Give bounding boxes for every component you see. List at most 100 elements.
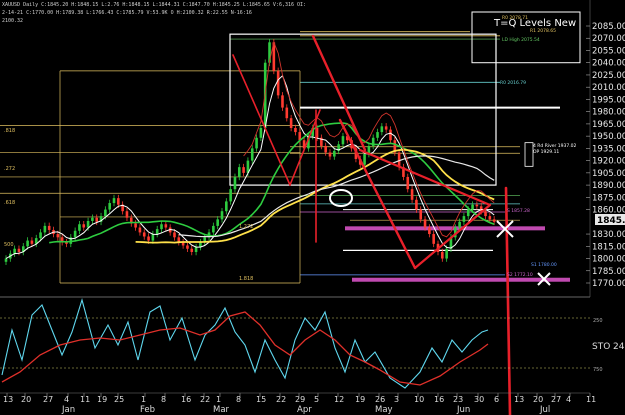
level-label-left1: .818 <box>4 128 15 134</box>
candle-body <box>458 221 461 228</box>
candle-body <box>216 219 219 226</box>
price-tick-label: 2055.00 <box>592 46 625 56</box>
date-tick-label: 25 <box>114 395 124 404</box>
month-label: Mar <box>213 405 230 415</box>
month-label: Apr <box>297 405 312 415</box>
oscillator-value: 24 <box>613 342 625 352</box>
candle-body <box>237 167 241 177</box>
candle-body <box>471 204 474 210</box>
candle-body <box>73 230 77 238</box>
level-label-r1: R1 2078.65 <box>530 28 556 34</box>
candle-body <box>466 209 470 217</box>
price-tick-label: 1965.00 <box>592 120 625 130</box>
price-tick-label: 2025.00 <box>592 71 625 81</box>
date-tick-label: 26 <box>375 395 385 404</box>
month-label: Jun <box>456 405 470 415</box>
candle-body <box>488 216 492 220</box>
date-tick-label: 19 <box>97 395 107 404</box>
date-tick-label: 4 <box>566 395 571 404</box>
candle-body <box>4 258 8 262</box>
price-tick-label: 2070.00 <box>592 34 625 44</box>
price-tick-label: 2085.00 <box>592 22 625 32</box>
date-tick-label: 11 <box>586 395 596 404</box>
month-label: Feb <box>140 405 155 415</box>
date-tick-label: 13 <box>3 395 13 404</box>
candle-body <box>164 224 168 228</box>
date-tick-label: 27 <box>43 395 53 404</box>
month-label: Jan <box>61 405 75 415</box>
date-tick-label: 10 <box>414 395 424 404</box>
candle-body <box>91 217 94 221</box>
date-tick-label: 15 <box>256 395 266 404</box>
level-label-left2: .272 <box>4 166 15 172</box>
price-tick-label: 1830.00 <box>592 230 625 240</box>
candle-body <box>125 211 129 218</box>
date-tick-label: 1 <box>216 395 221 404</box>
candle-body <box>112 198 116 204</box>
date-tick-label: 6 <box>494 395 499 404</box>
date-tick-label: 13 <box>514 395 524 404</box>
candle-body <box>17 248 21 252</box>
date-tick-label: 8 <box>161 395 166 404</box>
date-tick-label: 1 <box>141 395 146 404</box>
price-tick-label: 1950.00 <box>592 132 625 142</box>
chart-header-line3: 2100.32 <box>2 18 23 24</box>
level-label-red-river: 4 Rd River 1937.02 <box>533 143 577 149</box>
candle-body <box>276 70 280 96</box>
candle-body <box>47 225 51 230</box>
level-label-rd: R0 2016.79 <box>500 80 526 86</box>
candle-body <box>432 234 435 244</box>
level-label-mid1: 1.272 <box>239 224 253 230</box>
candle-body <box>250 148 254 161</box>
price-tick-label: 1920.00 <box>592 157 625 167</box>
candle-body <box>194 247 198 252</box>
candle-body <box>410 189 414 200</box>
price-tick-label: 1980.00 <box>592 108 625 118</box>
price-tick-label: 1770.00 <box>592 279 625 289</box>
candle-body <box>341 136 345 145</box>
current-price-tag: 1845.20 <box>597 216 625 226</box>
month-label: May <box>375 405 393 415</box>
candle-body <box>289 118 293 128</box>
oscillator-level-250: 250 <box>593 318 603 324</box>
candle-body <box>78 224 81 231</box>
date-tick-label: 22 <box>276 395 286 404</box>
price-tick-label: 2010.00 <box>592 83 625 93</box>
level-label-s3: S2 1772.10 <box>507 272 533 278</box>
price-chart[interactable]: XAUUSD Daily C:1845.20 H:1848.15 L:2.76 … <box>0 0 625 415</box>
price-tick-label: 2040.00 <box>592 59 625 69</box>
candle-body <box>26 240 29 247</box>
candle-body <box>186 245 189 249</box>
date-tick-label: 29 <box>295 395 305 404</box>
candle-body <box>138 227 142 233</box>
date-tick-label: 5 <box>314 395 319 404</box>
candle-body <box>384 126 388 130</box>
candle-body <box>380 126 384 133</box>
oscillator-label: STO <box>592 342 610 352</box>
candle-body <box>56 234 60 238</box>
date-tick-label: 30 <box>474 395 484 404</box>
price-tick-label: 1785.00 <box>592 267 625 277</box>
candle-body <box>86 220 90 228</box>
candle-body <box>43 225 47 233</box>
price-tick-label: 1815.00 <box>592 242 625 252</box>
level-label-ld-high: LD High 2075.54 <box>502 37 540 43</box>
candle-body <box>363 154 366 165</box>
date-tick-label: 11 <box>80 395 90 404</box>
candle-body <box>415 199 418 210</box>
candle-body <box>328 152 332 157</box>
candle-body <box>406 176 410 190</box>
candle-body <box>147 236 150 241</box>
candle-body <box>117 198 120 205</box>
date-tick-label: 4 <box>64 395 69 404</box>
level-label-r0: R0 2078.71 <box>502 15 528 21</box>
level-label-s1: S 1857.28 <box>507 208 530 214</box>
candle-body <box>294 127 297 133</box>
candle-body <box>255 137 258 149</box>
candle-body <box>142 232 146 237</box>
oscillator-level-750: 750 <box>593 367 603 373</box>
candle-body <box>104 209 107 217</box>
candle-body <box>134 223 137 228</box>
candle-body <box>285 107 289 119</box>
candle-body <box>428 227 431 235</box>
